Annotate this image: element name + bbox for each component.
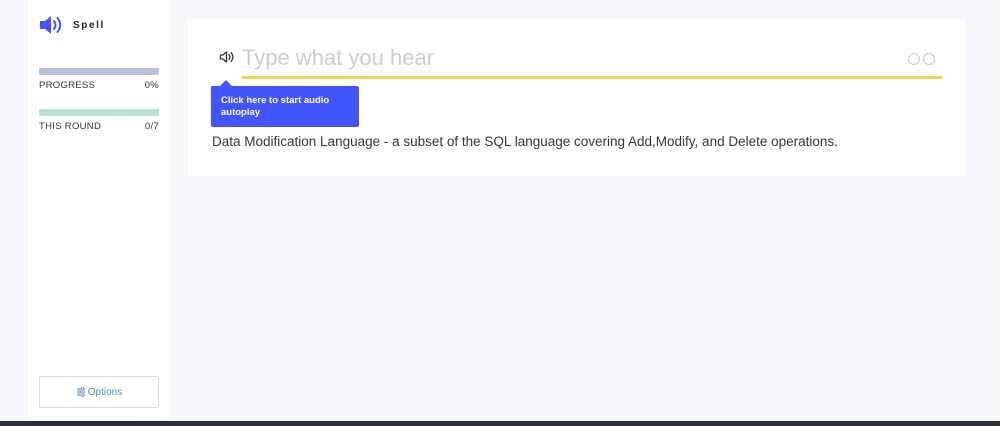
question-card: Click here to start audio autoplay Data …: [188, 19, 965, 176]
options-label: Options: [87, 386, 123, 398]
speaker-icon: [39, 14, 65, 36]
round-value: 0/7: [144, 121, 159, 132]
sidebar: Spell PROGRESS 0% THIS ROUND 0/7 Options: [28, 0, 170, 420]
progress-meter: PROGRESS 0%: [39, 68, 159, 91]
attempt-dot: [908, 53, 920, 65]
attempt-indicators: [908, 53, 935, 65]
window-bottom-edge: [0, 421, 1000, 426]
input-underline: [242, 76, 942, 79]
term-definition: Data Modification Language - a subset of…: [212, 134, 838, 149]
sliders-icon: [76, 387, 86, 397]
progress-value: 0%: [144, 80, 159, 91]
round-label: THIS ROUND: [39, 121, 102, 132]
speaker-icon: [219, 50, 235, 69]
attempt-dot: [923, 53, 935, 65]
autoplay-tooltip[interactable]: Click here to start audio autoplay: [211, 80, 359, 127]
mode-header: Spell: [39, 14, 105, 36]
mode-title: Spell: [73, 19, 105, 31]
answer-input[interactable]: [242, 43, 902, 73]
round-meter: THIS ROUND 0/7: [39, 109, 159, 132]
play-audio-button[interactable]: [219, 50, 235, 69]
round-bar: [39, 109, 159, 116]
options-button[interactable]: Options: [39, 376, 159, 408]
progress-label: PROGRESS: [39, 80, 96, 91]
progress-bar: [39, 68, 159, 75]
spell-page: Spell PROGRESS 0% THIS ROUND 0/7 Options…: [0, 0, 1000, 426]
